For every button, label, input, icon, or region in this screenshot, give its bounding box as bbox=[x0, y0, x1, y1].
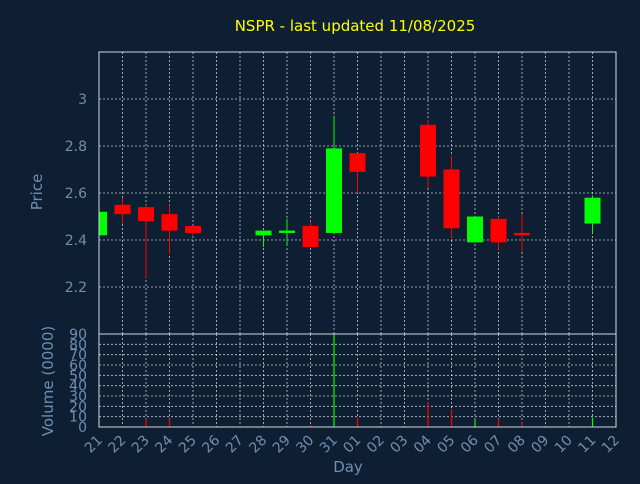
price-axis-label: Price bbox=[28, 174, 46, 211]
chart-title: NSPR - last updated 11/08/2025 bbox=[235, 17, 476, 35]
price-tick-label: 3 bbox=[78, 92, 87, 108]
candle-body bbox=[514, 232, 530, 236]
price-tick-label: 2.2 bbox=[65, 280, 87, 296]
candle-body bbox=[584, 197, 601, 224]
candle-body bbox=[138, 207, 154, 222]
x-axis-label: Day bbox=[333, 458, 363, 476]
price-tick-label: 2.4 bbox=[65, 233, 87, 249]
candlestick-chart: NSPR - last updated 11/08/2025 Price Vol… bbox=[0, 0, 640, 480]
price-tick-label: 2.6 bbox=[65, 186, 87, 202]
candle-body bbox=[185, 225, 201, 233]
volume-axis-label: Volume (0000) bbox=[39, 326, 57, 436]
candle-body bbox=[99, 211, 107, 236]
candle-body bbox=[302, 225, 319, 248]
candle-body bbox=[279, 230, 295, 233]
candle-body bbox=[349, 153, 366, 172]
price-tick-label: 2.8 bbox=[65, 139, 87, 155]
candle-body bbox=[326, 148, 342, 233]
candle-body bbox=[114, 204, 131, 215]
chart-svg: NSPR - last updated 11/08/2025 Price Vol… bbox=[0, 0, 640, 480]
candle-body bbox=[420, 124, 436, 177]
volume-tick-label: 90 bbox=[69, 327, 87, 343]
candle-body bbox=[255, 230, 272, 236]
candle-body bbox=[467, 216, 483, 243]
candle-body bbox=[443, 169, 460, 229]
candle-body bbox=[490, 218, 507, 243]
candle-body bbox=[161, 214, 178, 231]
